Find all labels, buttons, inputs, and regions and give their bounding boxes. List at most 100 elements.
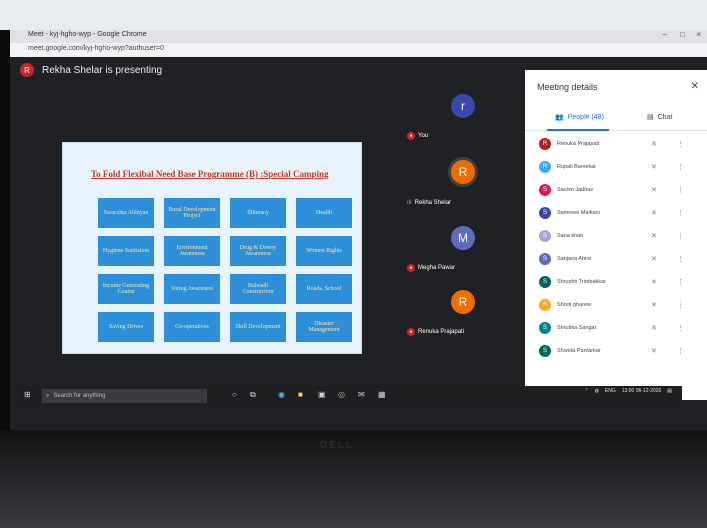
slide-cell: Women Rights bbox=[296, 236, 352, 266]
taskbar-search[interactable]: ⌕ Search for anything bbox=[42, 389, 207, 403]
participant-list: R Renuka Prajapati ✕ ⋮ R Rupali Barvekar ✕ ⋮ S… bbox=[525, 132, 707, 362]
mic-off-icon: ✕ bbox=[651, 140, 657, 148]
slide-grid: Swacchta Abhiyan Rural Development Proje… bbox=[98, 198, 352, 342]
mic-off-icon: ✕ bbox=[651, 301, 657, 309]
participant-name: Samreen Malkani bbox=[557, 209, 600, 216]
participant-avatar: R bbox=[539, 137, 551, 150]
cortana-icon[interactable]: ○ bbox=[232, 390, 237, 399]
slide-cell: Disaster Management bbox=[296, 312, 352, 342]
mic-off-icon: ✕ bbox=[651, 232, 657, 240]
tile-avatar: R bbox=[451, 160, 475, 184]
presenter-banner: R Rekha Shelar is presenting bbox=[20, 63, 162, 77]
participant-row[interactable]: S Sachin Jadhav ✕ ⋮ bbox=[525, 178, 707, 201]
language-indicator[interactable]: ENG bbox=[605, 388, 616, 394]
tile-avatar: r bbox=[451, 94, 475, 118]
task-view-icon[interactable]: ⧉ bbox=[250, 390, 256, 400]
meeting-details-panel: Meeting details ✕ 👥 People (48) ▤ Chat R… bbox=[525, 70, 707, 400]
participant-avatar: R bbox=[539, 160, 551, 173]
participant-name: Sanjana Ahire bbox=[557, 255, 592, 262]
participant-row[interactable]: S Shweta Parvarkar ✕ ⋮ bbox=[525, 339, 707, 362]
network-icon[interactable]: ◍ bbox=[595, 388, 599, 394]
close-window-icon[interactable]: × bbox=[696, 30, 701, 39]
slide-cell: Income Generating Course bbox=[98, 274, 154, 304]
edge-icon[interactable]: ◉ bbox=[278, 390, 285, 399]
panel-header: Meeting details bbox=[537, 82, 598, 92]
tile-name: ● Renuka Prajapati bbox=[407, 328, 464, 336]
participant-row[interactable]: S Shrushti Trimbakkar ✕ ⋮ bbox=[525, 270, 707, 293]
file-explorer-icon[interactable]: ■ bbox=[298, 390, 303, 399]
participant-row[interactable]: S Samreen Malkani ✕ ⋮ bbox=[525, 201, 707, 224]
tab-people[interactable]: 👥 People (48) bbox=[555, 113, 604, 122]
tile-name: ılı Rekha Shelar bbox=[407, 200, 452, 206]
slide-cell: Hygiene Sanitation bbox=[98, 236, 154, 266]
more-options-icon[interactable]: ⋮ bbox=[677, 140, 684, 148]
slide-cell: Balwadi Construction bbox=[230, 274, 286, 304]
mail-icon[interactable]: ✉ bbox=[358, 390, 365, 399]
more-options-icon[interactable]: ⋮ bbox=[677, 255, 684, 263]
more-options-icon[interactable]: ⋮ bbox=[677, 301, 684, 309]
windows-start-icon[interactable]: ⊞ bbox=[24, 390, 31, 399]
minimize-icon[interactable]: – bbox=[663, 30, 667, 39]
app-icon[interactable]: ▦ bbox=[378, 390, 386, 399]
participant-row[interactable]: S Shruti gharew ✕ ⋮ bbox=[525, 293, 707, 316]
more-options-icon[interactable]: ⋮ bbox=[677, 278, 684, 286]
speaking-icon: ılı bbox=[407, 200, 412, 206]
slide-cell: Co-operatives bbox=[164, 312, 220, 342]
slide-cell: Swacchta Abhiyan bbox=[98, 198, 154, 228]
tile-rekha-shelar[interactable]: R ılı Rekha Shelar bbox=[403, 156, 523, 206]
tile-you[interactable]: r ● You bbox=[403, 90, 523, 140]
chat-icon: ▤ bbox=[647, 114, 654, 121]
address-bar[interactable]: meet.google.com/kyj-hgho-wyp?authuser=0 bbox=[10, 43, 707, 57]
mic-off-icon: ● bbox=[407, 132, 415, 140]
active-tab-indicator bbox=[547, 129, 609, 131]
participant-name: Renuka Prajapati bbox=[557, 140, 600, 147]
close-icon[interactable]: ✕ bbox=[691, 81, 699, 92]
participant-row[interactable]: R Rupali Barvekar ✕ ⋮ bbox=[525, 155, 707, 178]
slide-title: To Fold Flexibal Need Base Programme (B)… bbox=[91, 169, 329, 179]
participant-name: Rupali Barvekar bbox=[557, 163, 597, 170]
tile-avatar: R bbox=[451, 290, 475, 314]
participant-avatar: S bbox=[539, 252, 551, 265]
participant-row[interactable]: S Sana khan ✕ ⋮ bbox=[525, 224, 707, 247]
tab-chat[interactable]: ▤ Chat bbox=[647, 113, 672, 122]
clock[interactable]: 13:00 06-12-2020 bbox=[622, 388, 661, 394]
screen: Meet - kyj-hgho-wyp - Google Chrome – □ … bbox=[10, 30, 707, 430]
more-options-icon[interactable]: ⋮ bbox=[677, 186, 684, 194]
slide-cell: Rural Development Project bbox=[164, 198, 220, 228]
tile-renuka-prajapati[interactable]: R ● Renuka Prajapati bbox=[403, 286, 523, 336]
notifications-icon[interactable]: ▤ bbox=[667, 388, 672, 394]
participant-tiles: r ● You R ılı Rekha Shelar M ● Megha Pawar … bbox=[403, 90, 523, 355]
store-icon[interactable]: ▣ bbox=[318, 390, 326, 399]
more-options-icon[interactable]: ⋮ bbox=[677, 209, 684, 217]
mic-off-icon: ● bbox=[407, 328, 415, 336]
presenter-text: Rekha Shelar is presenting bbox=[42, 64, 163, 76]
brand-logo: DELL bbox=[320, 440, 355, 451]
participant-row[interactable]: S Sanjana Ahire ✕ ⋮ bbox=[525, 247, 707, 270]
participant-avatar: S bbox=[539, 275, 551, 288]
participant-row[interactable]: S Shrutika Sangar ✕ ⋮ bbox=[525, 316, 707, 339]
presenter-avatar: R bbox=[20, 63, 34, 77]
more-options-icon[interactable]: ⋮ bbox=[677, 232, 684, 240]
participant-row[interactable]: R Renuka Prajapati ✕ ⋮ bbox=[525, 132, 707, 155]
participant-avatar: S bbox=[539, 344, 551, 357]
more-options-icon[interactable]: ⋮ bbox=[677, 324, 684, 332]
url-text: meet.google.com/kyj-hgho-wyp?authuser=0 bbox=[28, 45, 164, 52]
tray-up-icon[interactable]: ⌃ bbox=[584, 388, 588, 394]
search-placeholder: Search for anything bbox=[53, 393, 106, 399]
mic-off-icon: ✕ bbox=[651, 347, 657, 355]
participant-avatar: S bbox=[539, 183, 551, 196]
mic-off-icon: ✕ bbox=[651, 324, 657, 332]
participant-name: Shruti gharew bbox=[557, 301, 591, 308]
more-options-icon[interactable]: ⋮ bbox=[677, 347, 684, 355]
slide-cell: Voting Awareness bbox=[164, 274, 220, 304]
more-options-icon[interactable]: ⋮ bbox=[677, 163, 684, 171]
slide-cell: Health bbox=[296, 198, 352, 228]
mic-off-icon: ✕ bbox=[651, 163, 657, 171]
windows-taskbar: ⊞ ⌕ Search for anything ○ ⧉ ◉ ■ ▣ ◎ ✉ ▦ … bbox=[20, 386, 682, 406]
participant-avatar: S bbox=[539, 229, 551, 242]
search-icon: ⌕ bbox=[46, 392, 50, 399]
chrome-icon[interactable]: ◎ bbox=[338, 390, 345, 399]
browser-title: Meet - kyj-hgho-wyp - Google Chrome bbox=[28, 31, 147, 38]
maximize-icon[interactable]: □ bbox=[680, 30, 685, 39]
tile-megha-pawar[interactable]: M ● Megha Pawar bbox=[403, 222, 523, 272]
